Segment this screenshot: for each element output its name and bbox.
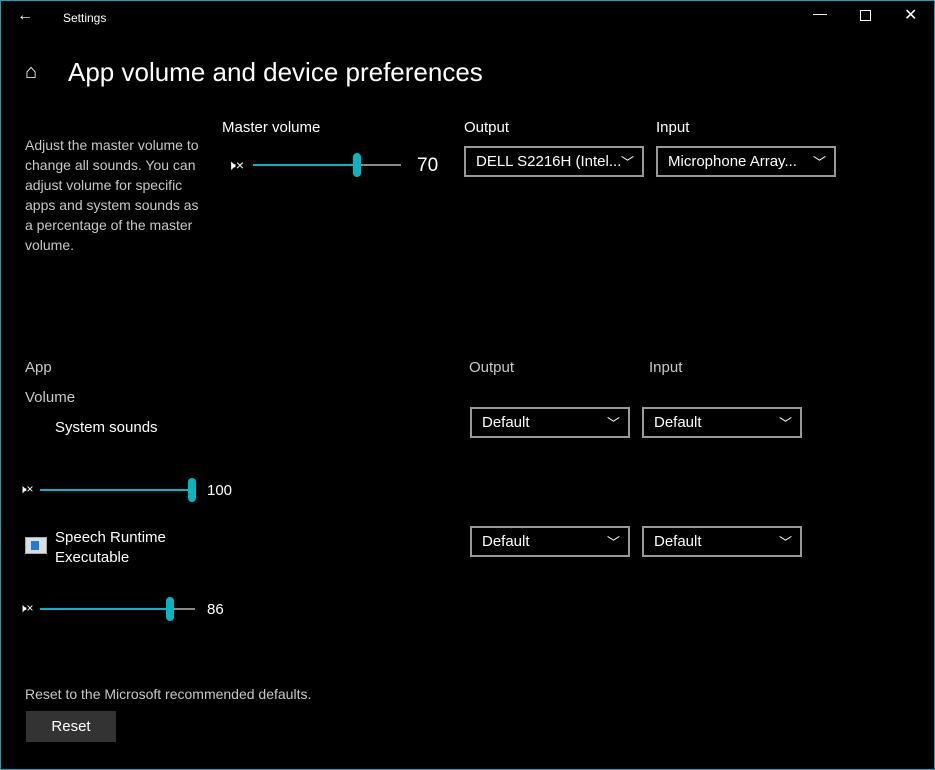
page-title: App volume and device preferences: [68, 57, 483, 87]
chevron-down-icon: ﹀: [778, 535, 792, 550]
dropdown-value: Default: [482, 414, 530, 431]
app-column-header: App: [25, 359, 52, 376]
dropdown-value: Default: [482, 533, 530, 550]
dropdown-value: Microphone Array...: [668, 153, 797, 170]
home-icon[interactable]: ⌂: [25, 61, 37, 84]
master-output-dropdown[interactable]: DELL S2216H (Intel... ﹀: [464, 146, 644, 177]
settings-window: ← Settings — ✕ ⌂ App volume and device p…: [0, 0, 935, 770]
chevron-down-icon: ﹀: [606, 535, 620, 550]
volume-column-header: Volume: [25, 389, 76, 406]
input-label: Input: [656, 119, 690, 136]
slider-thumb[interactable]: [188, 478, 196, 502]
maximize-button[interactable]: [860, 10, 871, 21]
output-label: Output: [464, 119, 510, 136]
slider-thumb[interactable]: [352, 153, 361, 177]
chevron-down-icon: ﹀: [620, 155, 634, 170]
app-input-dropdown[interactable]: Default ﹀: [642, 526, 802, 557]
master-volume-slider[interactable]: [253, 153, 401, 177]
master-input-dropdown[interactable]: Microphone Array... ﹀: [656, 146, 836, 177]
input-column-header: Input: [649, 359, 683, 376]
chevron-down-icon: ﹀: [812, 155, 826, 170]
mute-icon[interactable]: 🕨×: [19, 482, 34, 497]
mute-icon[interactable]: 🕨×: [19, 601, 34, 616]
mute-icon[interactable]: 🕨×: [227, 157, 244, 174]
dropdown-value: Default: [654, 414, 702, 431]
close-button[interactable]: ✕: [904, 5, 917, 25]
reset-button[interactable]: Reset: [26, 711, 116, 742]
minimize-button[interactable]: —: [813, 5, 827, 21]
app-name: System sounds: [55, 419, 158, 436]
master-volume-label: Master volume: [222, 119, 321, 136]
slider-fill: [253, 164, 357, 166]
app-volume-value: 100: [207, 482, 233, 499]
output-column-header: Output: [469, 359, 515, 376]
reset-description: Reset to the Microsoft recommended defau…: [25, 686, 312, 702]
app-volume-value: 86: [207, 601, 224, 618]
app-window-icon: [25, 537, 47, 554]
app-output-dropdown[interactable]: Default ﹀: [470, 407, 630, 438]
back-arrow-icon[interactable]: ←: [17, 7, 33, 25]
slider-fill: [40, 489, 192, 491]
chevron-down-icon: ﹀: [778, 416, 792, 431]
description: Adjust the master volume to change all s…: [25, 137, 199, 253]
app-name: Speech Runtime Executable: [55, 529, 166, 566]
window-title: Settings: [63, 11, 107, 25]
slider-thumb[interactable]: [166, 597, 175, 621]
app-volume-slider[interactable]: [40, 597, 195, 621]
dropdown-value: DELL S2216H (Intel...: [476, 153, 622, 170]
app-input-dropdown[interactable]: Default ﹀: [642, 407, 802, 438]
app-volume-slider[interactable]: [40, 478, 196, 502]
app-output-dropdown[interactable]: Default ﹀: [470, 526, 630, 557]
slider-fill: [40, 608, 171, 610]
master-volume-value: 70: [417, 155, 439, 176]
dropdown-value: Default: [654, 533, 702, 550]
chevron-down-icon: ﹀: [606, 416, 620, 431]
